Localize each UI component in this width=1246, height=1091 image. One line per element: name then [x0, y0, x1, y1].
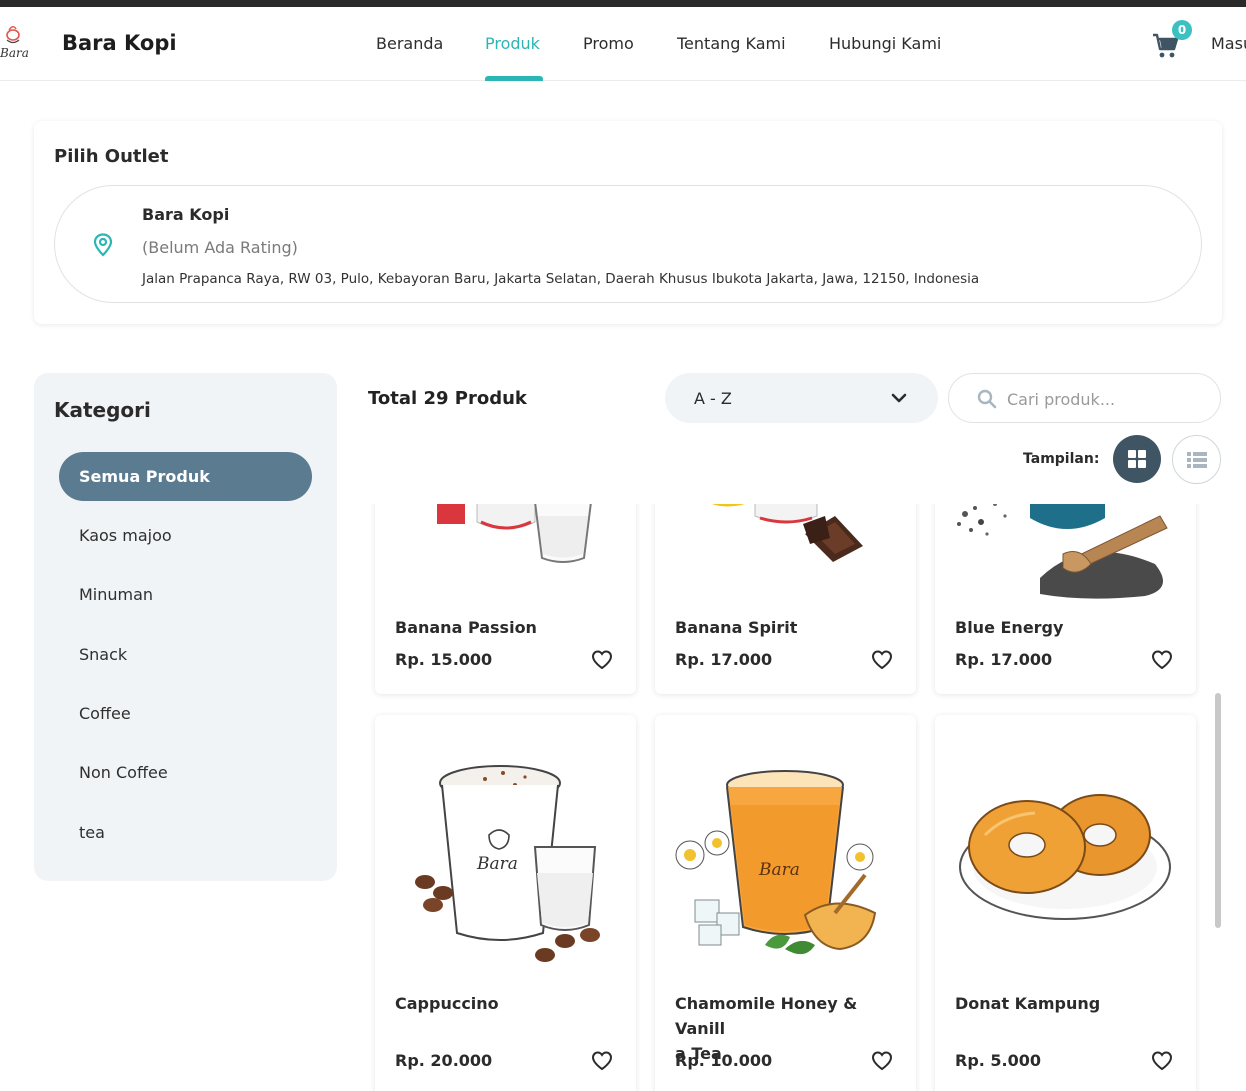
category-item-tea[interactable]: tea — [59, 808, 312, 857]
heart-icon[interactable] — [871, 650, 893, 670]
sort-selected-value: A - Z — [694, 389, 732, 408]
svg-text:Bara: Bara — [476, 854, 518, 874]
product-card[interactable]: Bara Chamomile Honey & Vanill a Tea Rp. … — [655, 715, 916, 1091]
window-top-strip — [0, 0, 1246, 7]
product-name: Banana Passion — [395, 618, 537, 637]
product-grid: Banana Passion Rp. 15.000 Banana Spirit … — [365, 504, 1205, 1091]
search-box — [948, 373, 1221, 423]
product-grid-scrollbar[interactable] — [1215, 693, 1221, 928]
grid-view-icon — [1128, 450, 1146, 468]
category-title: Kategori — [54, 398, 151, 422]
product-price: Rp. 5.000 — [955, 1051, 1042, 1070]
category-item-coffee[interactable]: Coffee — [59, 689, 312, 738]
outlet-address: Jalan Prapanca Raya, RW 03, Pulo, Kebayo… — [142, 271, 980, 287]
product-image-cappuccino: Bara — [415, 765, 600, 962]
product-card[interactable]: Banana Spirit Rp. 17.000 — [655, 504, 916, 694]
view-mode-label: Tampilan: — [1023, 451, 1100, 467]
navbar: Bara Bara Kopi Beranda Produk Promo Tent… — [0, 7, 1246, 81]
category-item-non-coffee[interactable]: Non Coffee — [59, 748, 312, 797]
product-name: Donat Kampung — [955, 994, 1101, 1013]
chevron-down-icon — [891, 393, 907, 403]
grid-view-button[interactable] — [1113, 435, 1161, 483]
list-view-icon — [1187, 452, 1207, 468]
product-price: Rp. 20.000 — [395, 1051, 493, 1070]
product-price: Rp. 17.000 — [675, 650, 773, 669]
nav-beranda[interactable]: Beranda — [376, 34, 443, 53]
category-item-minuman[interactable]: Minuman — [59, 570, 312, 619]
brand-name[interactable]: Bara Kopi — [62, 31, 177, 55]
outlet-section-title: Pilih Outlet — [54, 146, 169, 167]
product-image-chocolate — [711, 504, 863, 562]
heart-icon[interactable] — [591, 650, 613, 670]
nav-tentang-kami[interactable]: Tentang Kami — [677, 34, 786, 53]
heart-icon[interactable] — [591, 1051, 613, 1071]
search-input[interactable] — [1007, 386, 1207, 412]
product-image-donuts — [959, 794, 1171, 920]
product-card[interactable]: Donat Kampung Rp. 5.000 — [935, 715, 1196, 1091]
sort-dropdown[interactable]: A - Z — [665, 373, 938, 423]
outlet-name: Bara Kopi — [142, 205, 230, 224]
nav-produk[interactable]: Produk — [485, 34, 540, 53]
product-price: Rp. 17.000 — [955, 650, 1053, 669]
outlet-selector-card: Pilih Outlet Bara Kopi (Belum Ada Rating… — [34, 121, 1222, 324]
product-card[interactable]: Bara Cappuccino Rp. 20.000 — [375, 715, 636, 1091]
heart-icon[interactable] — [871, 1051, 893, 1071]
product-name: Blue Energy — [955, 618, 1064, 637]
product-price: Rp. 15.000 — [395, 650, 493, 669]
cart-count-badge: 0 — [1172, 20, 1192, 40]
category-sidebar: Kategori Semua Produk Kaos majoo Minuman… — [34, 373, 337, 881]
product-name-line: Chamomile Honey & Vanill — [675, 994, 858, 1038]
location-pin-icon — [93, 233, 113, 257]
product-image-chia-seeds — [957, 504, 1168, 599]
outlet-option[interactable]: Bara Kopi (Belum Ada Rating) Jalan Prapa… — [54, 185, 1202, 303]
product-card[interactable]: Banana Passion Rp. 15.000 — [375, 504, 636, 694]
heart-icon[interactable] — [1151, 650, 1173, 670]
nav-active-indicator — [485, 76, 543, 81]
brand-logo[interactable]: Bara — [0, 19, 40, 69]
category-item-semua-produk[interactable]: Semua Produk — [59, 452, 312, 501]
nav-promo[interactable]: Promo — [583, 34, 634, 53]
svg-text:Bara: Bara — [0, 46, 29, 60]
search-icon — [977, 389, 997, 409]
product-name: Banana Spirit — [675, 618, 798, 637]
heart-icon[interactable] — [1151, 1051, 1173, 1071]
login-link[interactable]: Masuk — [1211, 34, 1246, 53]
product-image-milk-glass — [437, 504, 592, 563]
category-item-snack[interactable]: Snack — [59, 630, 312, 679]
product-image-iced-tea: Bara — [675, 770, 877, 955]
list-view-button[interactable] — [1172, 435, 1221, 484]
product-name: Cappuccino — [395, 994, 499, 1013]
category-item-kaos-majoo[interactable]: Kaos majoo — [59, 511, 312, 560]
nav-hubungi-kami[interactable]: Hubungi Kami — [829, 34, 941, 53]
outlet-rating: (Belum Ada Rating) — [142, 238, 298, 257]
svg-text:Bara: Bara — [758, 860, 800, 880]
product-card[interactable]: Blue Energy Rp. 17.000 — [935, 504, 1196, 694]
product-price: Rp. 10.000 — [675, 1051, 773, 1070]
product-total-count: Total 29 Produk — [368, 388, 527, 409]
